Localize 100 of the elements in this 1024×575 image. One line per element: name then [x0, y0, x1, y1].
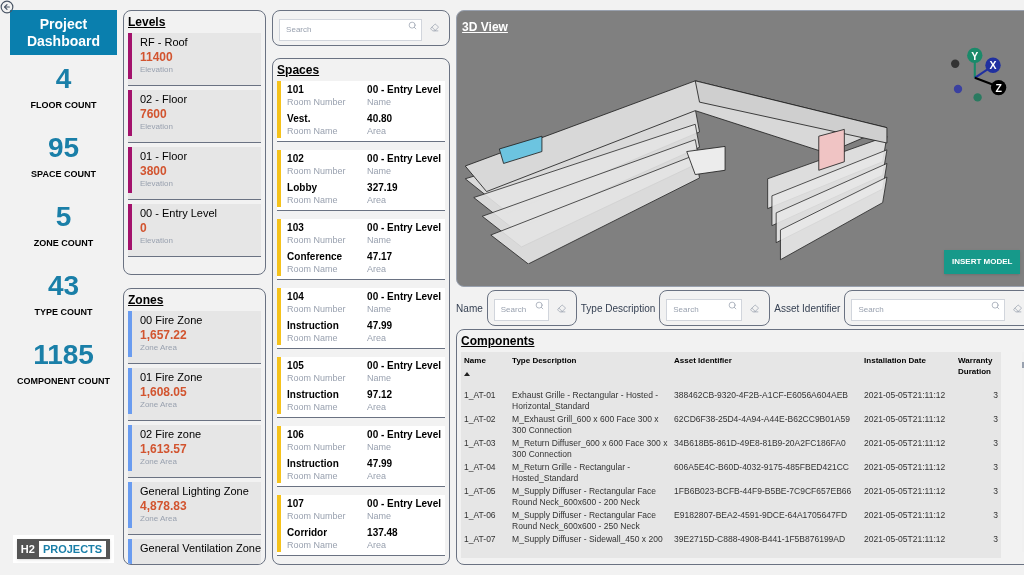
- panel-title: Levels: [128, 14, 167, 31]
- space-card[interactable]: 107 Room Number 00 - Entry Level Name Corridor Room Name 137.48 Area: [277, 494, 446, 556]
- filter-label: Name: [456, 301, 483, 316]
- info-card[interactable]: 02 Fire zone 1,613.57 Zone Area: [128, 425, 262, 478]
- space-card[interactable]: 104 Room Number 00 - Entry Level Name Instruction Room Name 47.99 Area: [277, 287, 446, 349]
- panel-title: Components: [461, 333, 536, 350]
- field-caption: Room Name: [287, 469, 339, 482]
- stat-value: 95: [47, 131, 80, 165]
- field-caption: Room Name: [287, 262, 339, 275]
- stat-label: SPACE COUNT: [31, 168, 96, 181]
- table-cell: E9182807-BEA2-4591-9DCE-64A1705647FD: [671, 510, 862, 534]
- info-card[interactable]: General Lighting Zone 4,878.83 Zone Area: [128, 482, 262, 535]
- field-caption: Room Name: [287, 124, 339, 137]
- field-value: 47.17: [367, 249, 394, 263]
- table-cell: 1_AT-02: [461, 414, 510, 438]
- stat-label: FLOOR COUNT: [30, 99, 97, 112]
- card-value: 3800: [140, 163, 168, 179]
- stat-label: TYPE COUNT: [34, 306, 93, 319]
- field-value: 47.99: [367, 318, 394, 332]
- card-caption: Elevation: [140, 179, 174, 188]
- table-cell: 2021-05-05T21:11:12: [861, 486, 956, 510]
- search-field[interactable]: Search: [851, 298, 1006, 321]
- table-cell: 3: [955, 438, 1002, 462]
- info-card[interactable]: 02 - Floor 7600 Elevation: [128, 90, 262, 143]
- table-cell: 1_AT-04: [461, 462, 510, 486]
- field-value: 00 - Entry Level: [367, 496, 441, 510]
- field-caption: Room Number: [287, 302, 347, 315]
- card-caption: Elevation: [140, 236, 174, 245]
- field-value: 00 - Entry Level: [367, 220, 441, 234]
- space-card[interactable]: 102 Room Number 00 - Entry Level Name Lobby Room Name 327.19 Area: [277, 149, 446, 211]
- search-icon: [728, 301, 738, 311]
- field-caption: Area: [367, 124, 388, 137]
- info-card[interactable]: 00 - Entry Level 0 Elevation: [128, 204, 262, 257]
- column-header[interactable]: Installation Date: [861, 352, 956, 390]
- field-value: 101: [287, 82, 305, 96]
- table-cell: 606A5E4C-B60D-4032-9175-485FBED421CC: [671, 462, 862, 486]
- column-header[interactable]: Type Description: [509, 352, 672, 390]
- field-value: 00 - Entry Level: [367, 151, 441, 165]
- field-value: Lobby: [287, 180, 319, 194]
- card-value: 0: [140, 220, 148, 236]
- field-caption: Room Name: [287, 331, 339, 344]
- field-caption: Room Number: [287, 440, 347, 453]
- space-card[interactable]: 106 Room Number 00 - Entry Level Name Instruction Room Name 47.99 Area: [277, 425, 446, 487]
- space-card[interactable]: 101 Room Number 00 - Entry Level Name Vest. Room Name 40.80 Area: [277, 80, 446, 142]
- field-caption: Room Number: [287, 509, 347, 522]
- table-cell: 34B618B5-861D-49E8-81B9-20A2FC186FA0: [671, 438, 862, 462]
- field-caption: Area: [367, 331, 388, 344]
- search-field[interactable]: Search: [493, 298, 549, 321]
- info-card[interactable]: 01 Fire Zone 1,608.05 Zone Area: [128, 368, 262, 421]
- insert-model-button[interactable]: INSERT MODEL: [943, 250, 1021, 274]
- table-cell: M_Supply Diffuser - Sidewall_450 x 200: [509, 534, 672, 558]
- table-cell: 3: [955, 462, 1002, 486]
- column-header[interactable]: Name: [461, 352, 510, 390]
- field-value: 106: [287, 427, 305, 441]
- card-value: 7600: [140, 106, 168, 122]
- table-cell: 388462CB-9320-4F2B-A1CF-E6056A604AEB: [671, 390, 862, 414]
- panel-title: Spaces: [277, 61, 321, 79]
- field-value: 00 - Entry Level: [367, 82, 441, 96]
- table-cell: 3: [955, 534, 1002, 558]
- field-caption: Name: [367, 95, 393, 108]
- search-field[interactable]: Search: [279, 18, 423, 41]
- filter-label: Asset Identifier: [774, 301, 841, 316]
- table-cell: 62CD6F38-25D4-4A94-A44E-B62CC9B01A59: [671, 414, 862, 438]
- field-value: 00 - Entry Level: [367, 358, 441, 372]
- column-header[interactable]: Asset Identifier: [671, 352, 862, 390]
- info-card[interactable]: General Ventilation Zone: [128, 539, 262, 564]
- card-caption: Elevation: [140, 122, 174, 131]
- stat-label: ZONE COUNT: [33, 237, 94, 250]
- info-card[interactable]: RF - Roof 11400 Elevation: [128, 33, 262, 86]
- field-value: 105: [287, 358, 305, 372]
- stat-label: COMPONENT COUNT: [17, 375, 110, 388]
- search-field[interactable]: Search: [666, 298, 743, 321]
- space-card[interactable]: 105 Room Number 00 - Entry Level Name Instruction Room Name 97.12 Area: [277, 356, 446, 418]
- card-title: RF - Roof: [140, 35, 188, 49]
- field-caption: Room Number: [287, 371, 347, 384]
- space-card[interactable]: 103 Room Number 00 - Entry Level Name Conference Room Name 47.17 Area: [277, 218, 446, 280]
- field-value: 107: [287, 496, 305, 510]
- field-caption: Room Number: [287, 164, 347, 177]
- card-value: 1,657.22: [140, 327, 188, 343]
- field-caption: Area: [367, 193, 388, 206]
- info-card[interactable]: 01 - Floor 3800 Elevation: [128, 147, 262, 200]
- column-header[interactable]: Warranty Duration: [955, 352, 1002, 390]
- card-title: 01 - Floor: [140, 149, 188, 163]
- card-title: General Ventilation Zone: [140, 541, 262, 555]
- filter-label: Type Description: [580, 301, 656, 316]
- field-caption: Name: [367, 164, 393, 177]
- field-value: Instruction: [287, 387, 340, 401]
- table-cell: 1_AT-01: [461, 390, 510, 414]
- logo-text: PROJECTS: [38, 540, 107, 557]
- title-button[interactable]: Project Dashboard: [10, 10, 117, 55]
- card-title: General Lighting Zone: [140, 484, 249, 498]
- field-caption: Room Name: [287, 400, 339, 413]
- panel-title: Zones: [128, 292, 165, 309]
- table-cell: 1_AT-05: [461, 486, 510, 510]
- field-value: 103: [287, 220, 305, 234]
- field-value: Instruction: [287, 456, 340, 470]
- back-icon[interactable]: [0, 0, 14, 14]
- info-card[interactable]: 00 Fire Zone 1,657.22 Zone Area: [128, 311, 262, 364]
- field-value: 137.48: [367, 525, 399, 539]
- table-cell: M_Supply Diffuser - Rectangular Face Round Neck_600x600 - 250 Neck: [509, 510, 672, 534]
